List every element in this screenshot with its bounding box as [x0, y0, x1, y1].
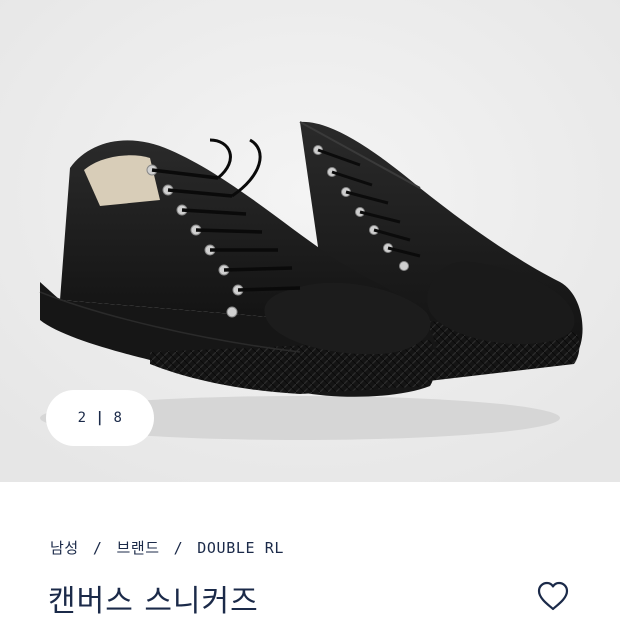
image-pager: 2 | 8	[46, 390, 154, 446]
pager-current: 2	[77, 410, 87, 426]
breadcrumb-item-brand[interactable]: 브랜드	[116, 537, 159, 558]
breadcrumb-separator: /	[92, 538, 103, 557]
heart-icon	[537, 581, 569, 611]
breadcrumb-separator: /	[173, 538, 184, 557]
product-title: 캔버스 스니커즈	[48, 584, 259, 619]
product-image-gallery[interactable]: 2 | 8	[0, 0, 620, 482]
pager-separator: |	[95, 410, 105, 426]
breadcrumb: 남성 / 브랜드 / DOUBLE RL	[50, 537, 284, 558]
wishlist-button[interactable]	[534, 578, 572, 614]
breadcrumb-item-double-rl[interactable]: DOUBLE RL	[197, 539, 284, 557]
breadcrumb-item-men[interactable]: 남성	[50, 537, 79, 558]
pager-total: 8	[113, 410, 123, 426]
